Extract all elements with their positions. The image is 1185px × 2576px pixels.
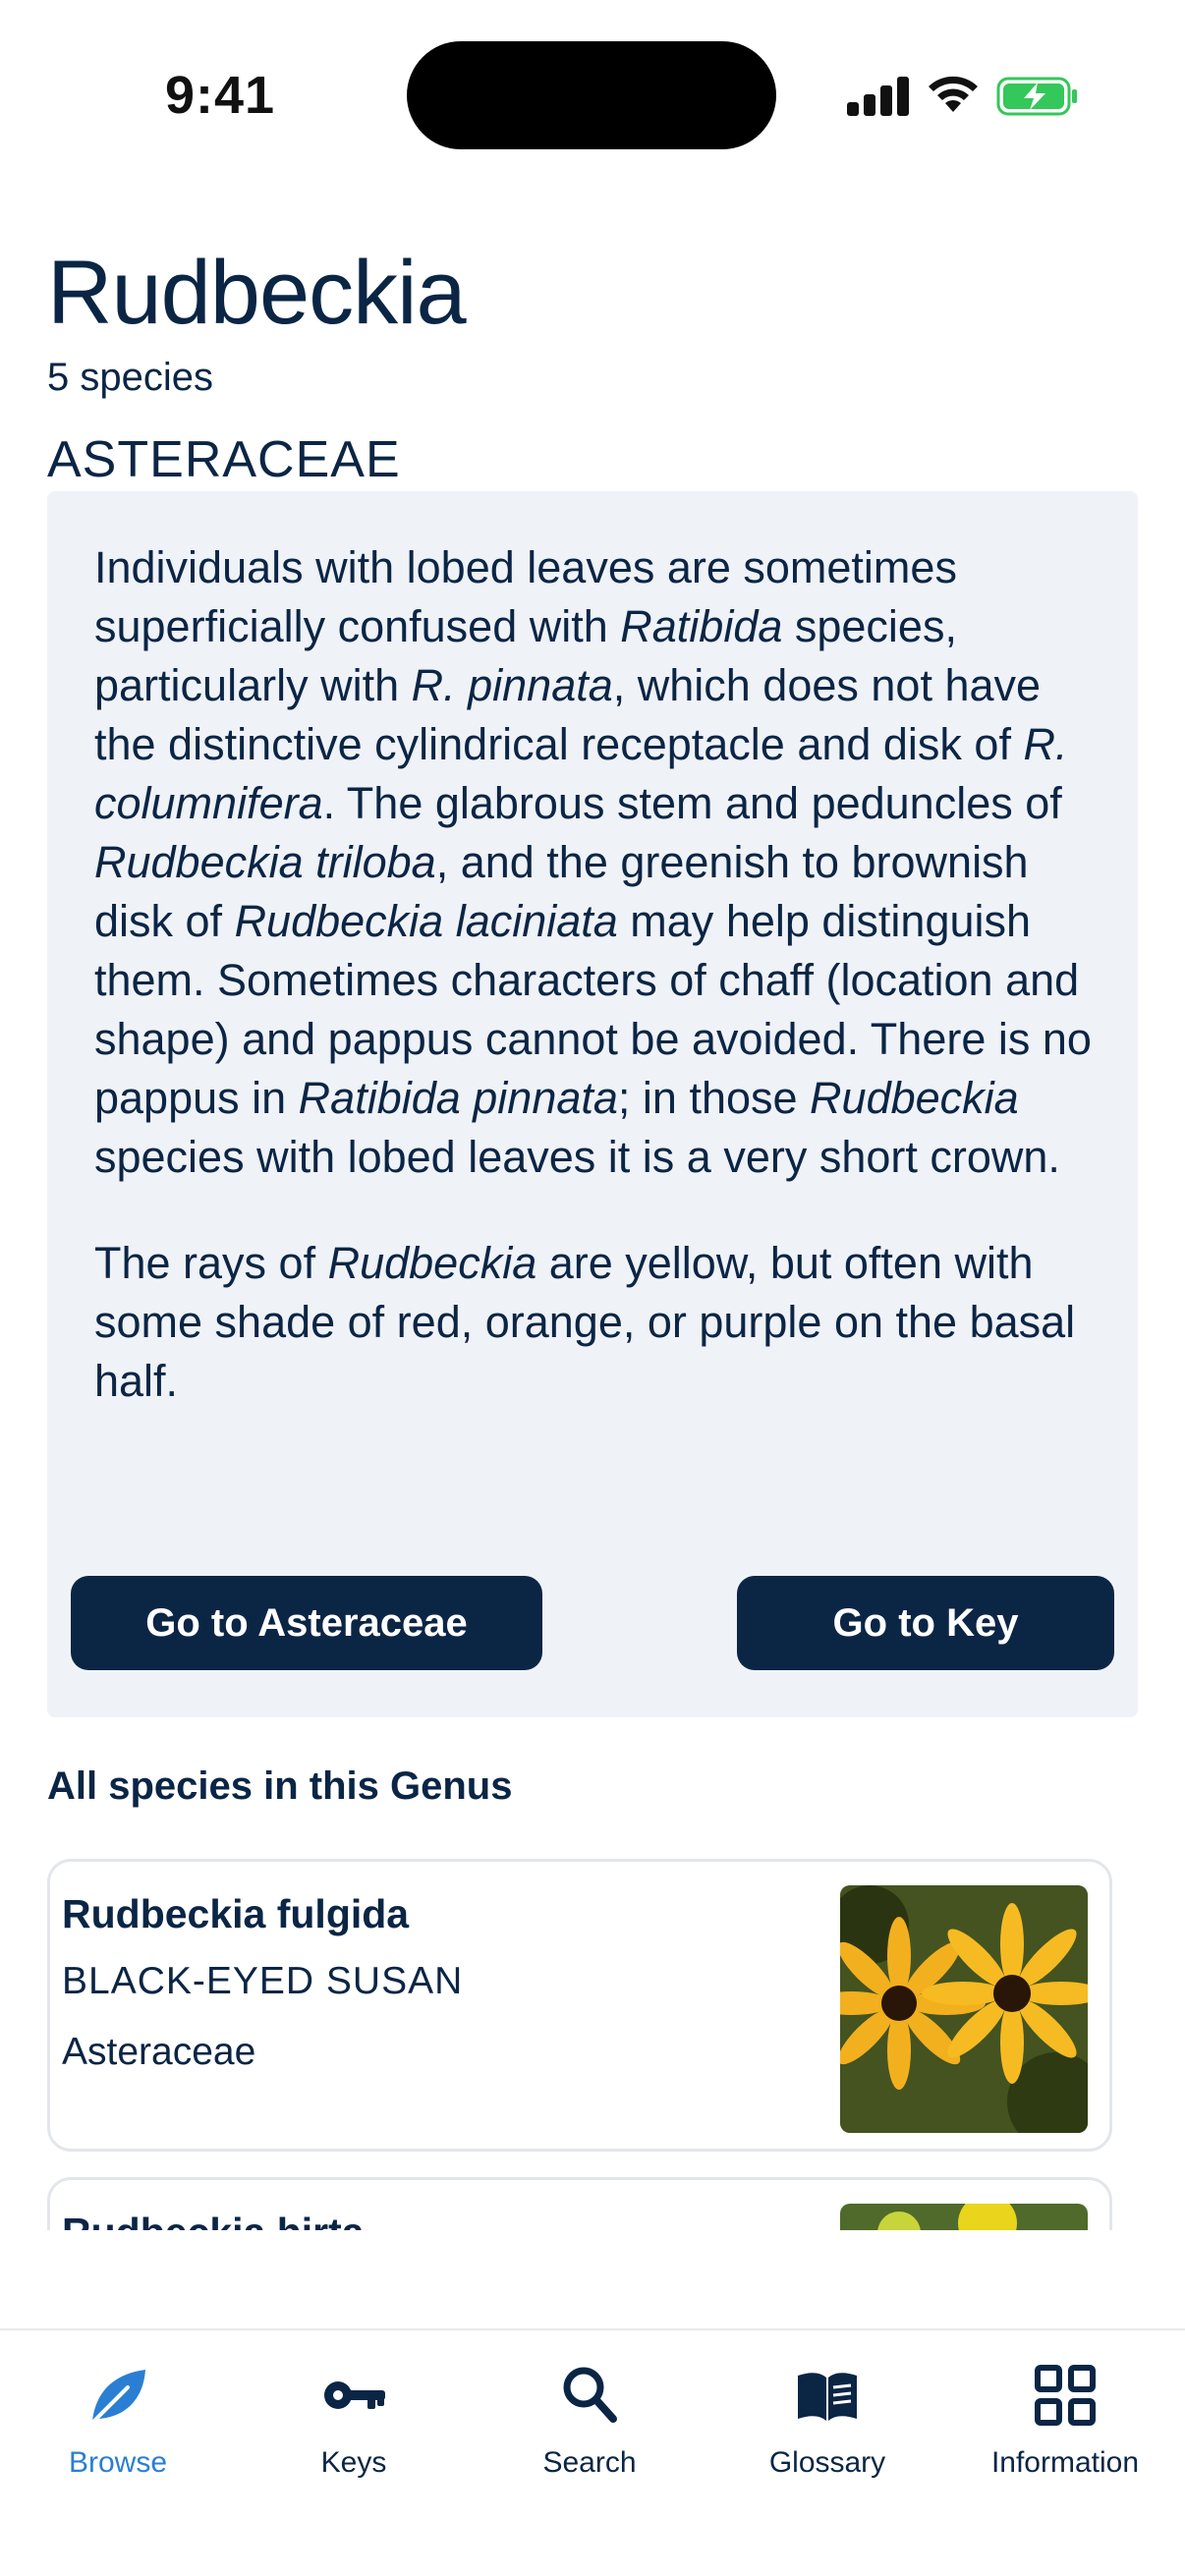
go-to-key-button[interactable]: Go to Key [737, 1576, 1114, 1670]
search-icon [563, 2367, 617, 2423]
page-title: Rudbeckia [47, 243, 467, 343]
tab-search[interactable]: Search [481, 2354, 698, 2492]
italic-taxon-name: Rudbeckia laciniata [234, 896, 618, 946]
status-time: 9:41 [165, 66, 276, 125]
status-bar: 9:41 [0, 0, 1185, 187]
italic-taxon-name: Ratibida [620, 601, 783, 651]
tab-glossary[interactable]: Glossary [719, 2354, 935, 2492]
tab-information[interactable]: Information [957, 2354, 1173, 2492]
species-family: Asteraceae [62, 2031, 256, 2073]
tab-label: Browse [68, 2446, 168, 2479]
italic-taxon-name: R. pinnata [411, 660, 613, 710]
species-card[interactable]: Rudbeckia hirta [47, 2177, 1112, 2230]
italic-taxon-name: Rudbeckia triloba [94, 837, 436, 887]
italic-taxon-name: Rudbeckia [327, 1238, 537, 1288]
dynamic-island [407, 41, 776, 149]
italic-taxon-name: Rudbeckia [810, 1073, 1019, 1123]
description-text: . The glabrous stem and peduncles of [322, 778, 1062, 828]
species-common-name: BLACK-EYED SUSAN [62, 1960, 464, 2002]
description-paragraph-2: The rays of Rudbeckia are yellow, but of… [94, 1234, 1097, 1411]
tab-label: Glossary [768, 2446, 886, 2479]
species-count: 5 species [47, 356, 213, 399]
species-photo [840, 2204, 1088, 2230]
wifi-icon [929, 76, 978, 112]
tab-bar: Browse Keys Search Glossary Information [0, 2328, 1185, 2576]
tab-label: Information [990, 2446, 1140, 2479]
tab-label: Search [542, 2446, 637, 2479]
species-list[interactable]: Rudbeckia fulgida BLACK-EYED SUSAN Aster… [47, 1859, 1114, 2230]
italic-taxon-name: Ratibida pinnata [298, 1073, 618, 1123]
tab-browse[interactable]: Browse [10, 2354, 226, 2492]
description-paragraph-1: Individuals with lobed leaves are someti… [94, 538, 1097, 1187]
grid-icon [1035, 2365, 1096, 2426]
tab-label: Keys [320, 2446, 387, 2479]
species-name: Rudbeckia fulgida [62, 1891, 410, 1936]
leaf-icon [88, 2370, 145, 2427]
description-text: The rays of [94, 1238, 328, 1288]
species-card[interactable]: Rudbeckia fulgida BLACK-EYED SUSAN Aster… [47, 1859, 1112, 2152]
tab-keys[interactable]: Keys [246, 2354, 462, 2492]
cellular-signal-icon [847, 77, 910, 116]
description-text: ; in those [617, 1073, 811, 1123]
book-icon [798, 2373, 857, 2421]
battery-charging-icon [996, 77, 1077, 116]
go-to-family-button[interactable]: Go to Asteraceae [71, 1576, 542, 1670]
description-panel: Individuals with lobed leaves are someti… [47, 491, 1138, 1717]
species-section-title: All species in this Genus [47, 1764, 513, 1808]
family-name: ASTERACEAE [47, 431, 401, 488]
description-text: species with lobed leaves it is a very s… [94, 1132, 1060, 1182]
genus-description: Individuals with lobed leaves are someti… [94, 538, 1097, 1458]
species-name: Rudbeckia hirta [62, 2210, 365, 2230]
key-icon [324, 2381, 385, 2409]
species-photo [840, 1885, 1088, 2133]
